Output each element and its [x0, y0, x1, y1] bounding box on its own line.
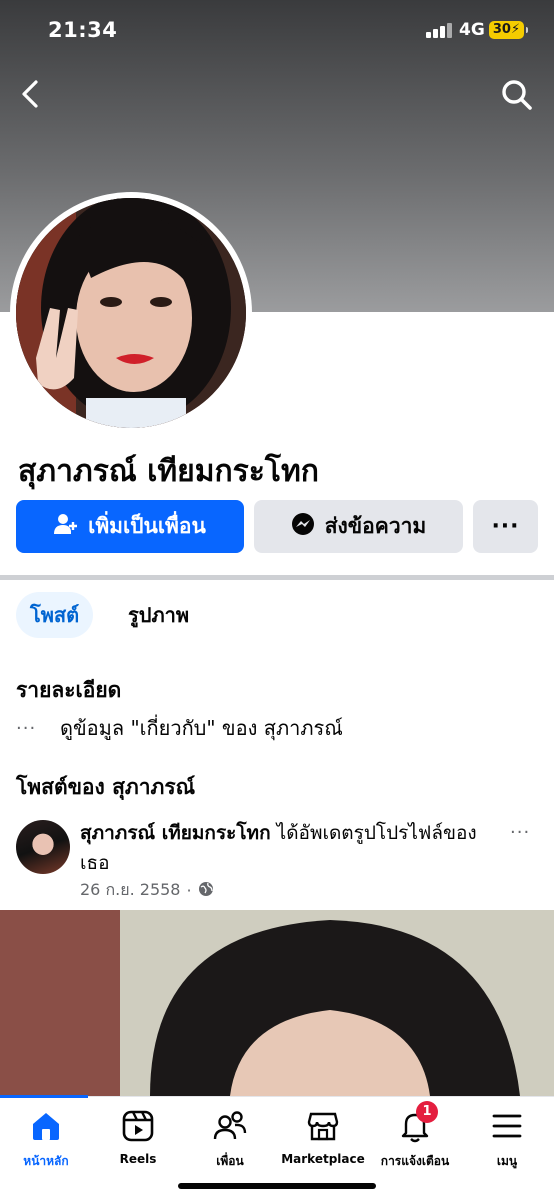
network-type: 4G — [459, 20, 485, 40]
about-link-label: ดูข้อมูล "เกี่ยวกับ" ของ สุภาภรณ์ — [60, 716, 343, 740]
tab-notifications[interactable]: 1 การแจ้งเตือน — [369, 1101, 461, 1171]
profile-picture[interactable] — [16, 198, 246, 428]
back-chevron-icon[interactable] — [14, 74, 50, 114]
friends-icon — [213, 1109, 247, 1143]
tab-reels[interactable]: Reels — [92, 1105, 184, 1171]
tab-menu[interactable]: เมนู — [461, 1105, 553, 1171]
tab-home[interactable]: หน้าหลัก — [0, 1105, 92, 1171]
tab-reels-label: Reels — [119, 1152, 157, 1166]
tab-marketplace[interactable]: Marketplace — [277, 1105, 369, 1171]
notification-badge: 1 — [416, 1101, 438, 1123]
bell-icon: 1 — [398, 1101, 438, 1143]
messenger-icon — [291, 512, 315, 541]
menu-icon — [490, 1109, 524, 1143]
active-tab-indicator — [0, 1095, 88, 1098]
meta-separator: · — [186, 881, 192, 900]
search-icon[interactable] — [498, 76, 536, 114]
more-options-label: ··· — [491, 514, 520, 539]
home-indicator — [178, 1183, 376, 1189]
tab-posts[interactable]: โพสต์ — [16, 592, 94, 638]
tab-marketplace-label: Marketplace — [281, 1152, 365, 1166]
message-button[interactable]: ส่งข้อความ — [254, 500, 463, 553]
more-dots-icon: ··· — [16, 717, 37, 739]
add-friend-button[interactable]: เพิ่มเป็นเพื่อน — [16, 500, 244, 553]
post-photo[interactable] — [0, 910, 554, 1096]
message-label: ส่งข้อความ — [324, 514, 427, 538]
marketplace-icon — [306, 1109, 340, 1143]
tab-notifications-label: การแจ้งเตือน — [380, 1154, 450, 1168]
posts-section-title: โพสต์ของ สุภาภรณ์ — [16, 775, 196, 799]
section-divider — [0, 575, 554, 580]
tab-home-label: หน้าหลัก — [23, 1154, 69, 1168]
more-options-button[interactable]: ··· — [473, 500, 538, 553]
battery-icon: 30⚡ — [489, 21, 528, 39]
post-meta: 26 ก.ย. 2558 · — [80, 878, 214, 903]
globe-icon — [198, 881, 214, 901]
add-friend-label: เพิ่มเป็นเพื่อน — [88, 514, 206, 538]
reels-icon — [121, 1109, 155, 1143]
tab-friends[interactable]: เพื่อน — [184, 1105, 276, 1171]
details-title: รายละเอียด — [16, 678, 122, 702]
add-person-icon — [54, 513, 78, 540]
tab-menu-label: เมนู — [496, 1154, 518, 1168]
battery-level: 30 — [492, 22, 511, 37]
profile-picture-frame[interactable] — [10, 192, 252, 434]
post-author-name[interactable]: สุภาภรณ์ เทียมกระโทก — [80, 822, 271, 844]
post-more-button[interactable]: ··· — [510, 822, 530, 843]
post-date[interactable]: 26 ก.ย. 2558 — [80, 878, 180, 903]
about-link[interactable]: ··· ดูข้อมูล "เกี่ยวกับ" ของ สุภาภรณ์ — [16, 708, 343, 748]
post-author-avatar[interactable] — [16, 820, 70, 874]
tab-friends-label: เพื่อน — [216, 1154, 244, 1168]
home-icon — [29, 1109, 63, 1143]
tab-photos[interactable]: รูปภาพ — [114, 592, 203, 638]
post-header: สุภาภรณ์ เทียมกระโทก ได้อัพเดตรูปโปรไฟล์… — [80, 818, 500, 878]
status-bar: 21:34 4G 30⚡ — [0, 0, 554, 62]
status-time: 21:34 — [48, 18, 118, 42]
profile-name: สุภาภรณ์ เทียมกระโทก — [18, 454, 319, 489]
signal-icon — [426, 22, 452, 38]
